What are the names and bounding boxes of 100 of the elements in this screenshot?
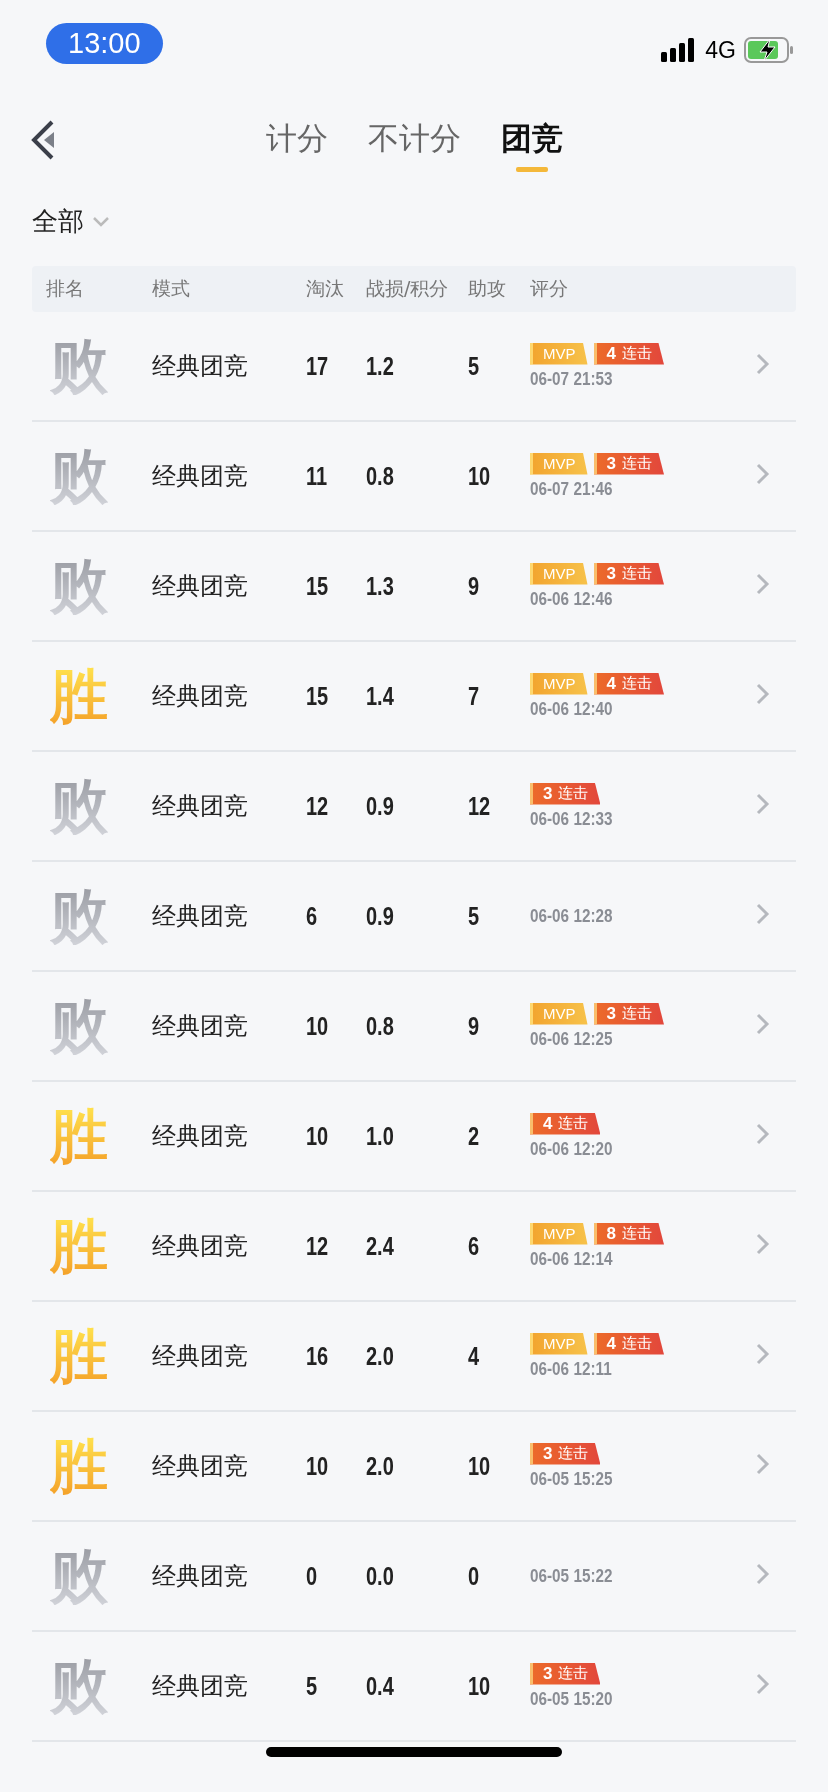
kills-cell-text: 6	[306, 901, 319, 931]
chevron-right-icon[interactable]	[756, 903, 770, 925]
ratio-cell-text: 0.8	[366, 1011, 395, 1041]
ratio-cell-text: 1.0	[366, 1121, 395, 1151]
chevron-right-icon[interactable]	[756, 793, 770, 815]
ratio-cell-text: 0.0	[366, 1561, 395, 1591]
ratio-cell-text: 1.3	[366, 571, 395, 601]
result-mark: 胜	[50, 1217, 108, 1275]
chevron-right-icon[interactable]	[756, 1343, 770, 1365]
streak-badge: 3 连击	[593, 1002, 664, 1025]
assists-cell-text: 12	[468, 791, 492, 821]
filter-dropdown[interactable]: 全部	[32, 198, 110, 245]
kills-cell-text: 10	[306, 1121, 330, 1151]
mode-cell-text: 经典团竞	[152, 1671, 249, 1702]
chevron-right-icon[interactable]	[756, 1123, 770, 1145]
mvp-badge: MVP	[530, 672, 588, 695]
back-icon[interactable]	[30, 120, 56, 160]
column-header: 淘汰	[306, 276, 345, 301]
assists-cell-text: 7	[468, 681, 481, 711]
streak-badge: 4 连击	[593, 1332, 664, 1355]
chevron-down-icon	[92, 215, 110, 228]
result-mark: 胜	[50, 1437, 108, 1495]
streak-badge: 3 连击	[530, 1662, 601, 1685]
result-mark: 败	[50, 777, 108, 835]
mode-cell-text: 经典团竞	[152, 791, 249, 822]
streak-badge: 3 连击	[593, 452, 664, 475]
assists-cell-text: 10	[468, 461, 492, 491]
result-mark: 败	[50, 1547, 108, 1605]
tab[interactable]: 不计分	[367, 118, 461, 172]
mvp-badge: MVP	[530, 1002, 588, 1025]
chevron-right-icon[interactable]	[756, 463, 770, 485]
assists-cell-text: 2	[468, 1121, 481, 1151]
chevron-right-icon[interactable]	[756, 353, 770, 375]
mode-cell-text: 经典团竞	[152, 1451, 249, 1482]
column-header: 战损/积分	[366, 276, 450, 301]
tab[interactable]: 团竞	[500, 118, 563, 172]
mode-cell-text: 经典团竞	[152, 571, 249, 602]
assists-cell-text: 9	[468, 1011, 481, 1041]
kills-cell-text: 11	[306, 461, 329, 491]
battery-charging-icon	[744, 37, 794, 63]
chevron-right-icon[interactable]	[756, 1453, 770, 1475]
ratio-cell-text: 0.8	[366, 461, 395, 491]
assists-cell-text: 10	[468, 1671, 492, 1701]
assists-cell-text: 4	[468, 1341, 481, 1371]
match-time: 06-05 15:25	[530, 1468, 614, 1490]
streak-badge: 4 连击	[593, 672, 664, 695]
chevron-right-icon[interactable]	[756, 683, 770, 705]
assists-cell-text: 10	[468, 1451, 492, 1481]
mode-cell-text: 经典团竞	[152, 1011, 249, 1042]
result-mark: 败	[50, 447, 108, 505]
mvp-badge: MVP	[530, 1332, 588, 1355]
ratio-cell-text: 2.4	[366, 1231, 395, 1261]
kills-cell-text: 10	[306, 1011, 330, 1041]
result-mark: 胜	[50, 667, 108, 725]
kills-cell-text: 12	[306, 1231, 330, 1261]
ratio-cell-text: 2.0	[366, 1451, 395, 1481]
chevron-right-icon[interactable]	[756, 1013, 770, 1035]
assists-cell-text: 5	[468, 901, 481, 931]
assists-cell-text: 6	[468, 1231, 481, 1261]
kills-cell-text: 0	[306, 1561, 319, 1591]
tab[interactable]: 计分	[265, 118, 328, 172]
match-time: 06-07 21:46	[530, 478, 614, 500]
result-mark: 败	[50, 997, 108, 1055]
result-mark: 胜	[50, 1327, 108, 1385]
column-header: 模式	[152, 276, 191, 301]
network-label: 4G	[705, 36, 736, 64]
kills-cell-text: 5	[306, 1671, 319, 1701]
mode-cell-text: 经典团竞	[152, 681, 249, 712]
result-mark: 胜	[50, 1107, 108, 1165]
match-time: 06-07 21:53	[530, 368, 614, 390]
ratio-cell-text: 0.9	[366, 901, 395, 931]
match-time: 06-06 12:20	[530, 1138, 614, 1160]
assists-cell-text: 0	[468, 1561, 481, 1591]
chevron-right-icon[interactable]	[756, 1563, 770, 1585]
mode-cell-text: 经典团竞	[152, 901, 249, 932]
chevron-right-icon[interactable]	[756, 1233, 770, 1255]
streak-badge: 4 连击	[530, 1112, 601, 1135]
ratio-cell-text: 1.2	[366, 351, 395, 381]
streak-badge: 8 连击	[593, 1222, 664, 1245]
streak-badge: 3 连击	[593, 562, 664, 585]
result-mark: 败	[50, 557, 108, 615]
kills-cell-text: 17	[306, 351, 330, 381]
mvp-badge: MVP	[530, 452, 588, 475]
match-time: 06-06 12:11	[530, 1358, 613, 1380]
mode-cell-text: 经典团竞	[152, 1231, 249, 1262]
chevron-right-icon[interactable]	[756, 573, 770, 595]
mode-cell-text: 经典团竞	[152, 351, 249, 382]
mode-cell-text: 经典团竞	[152, 1121, 249, 1152]
kills-cell-text: 15	[306, 681, 330, 711]
column-header: 排名	[45, 276, 85, 301]
streak-badge: 4 连击	[593, 342, 664, 365]
kills-cell-text: 16	[306, 1341, 330, 1371]
ratio-cell-text: 0.9	[366, 791, 395, 821]
mvp-badge: MVP	[530, 1222, 588, 1245]
match-time: 06-05 15:20	[530, 1688, 614, 1710]
mode-cell-text: 经典团竞	[152, 1341, 249, 1372]
mode-cell-text: 经典团竞	[152, 461, 249, 492]
match-time: 06-06 12:40	[530, 698, 614, 720]
column-header: 评分	[530, 276, 569, 301]
chevron-right-icon[interactable]	[756, 1673, 770, 1695]
